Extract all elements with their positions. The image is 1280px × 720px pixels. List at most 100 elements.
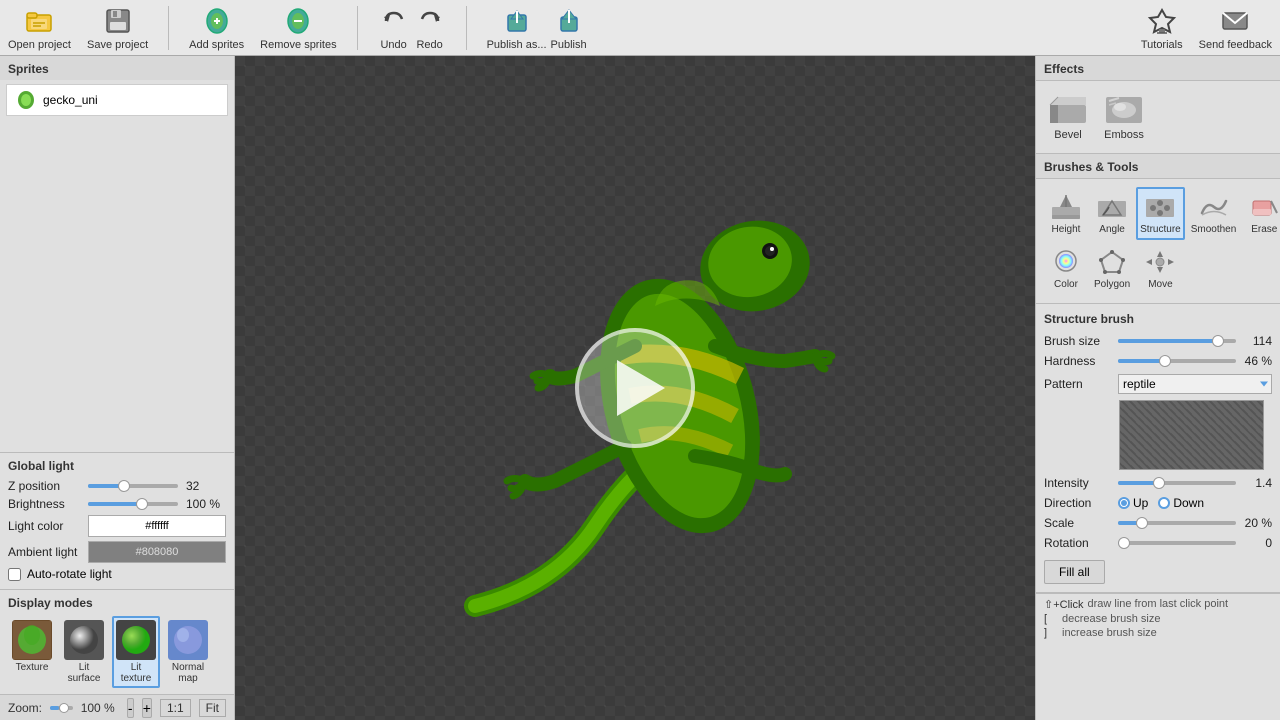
zoom-fit-button[interactable]: Fit xyxy=(199,699,226,717)
auto-rotate-checkbox[interactable] xyxy=(8,568,21,581)
z-position-thumb[interactable] xyxy=(118,480,130,492)
height-icon xyxy=(1048,192,1084,222)
publish-as-button[interactable]: Publish as... xyxy=(487,5,547,51)
auto-rotate-row: Auto-rotate light xyxy=(8,567,226,581)
hints-section: ⇧+Click draw line from last click point … xyxy=(1036,593,1280,645)
scale-thumb[interactable] xyxy=(1136,517,1148,529)
publish-icon xyxy=(553,5,585,37)
brightness-row: Brightness 100 % xyxy=(8,497,226,511)
brush-smoothen[interactable]: Smoothen xyxy=(1187,187,1241,240)
display-mode-lit-surface-label: Lit surface xyxy=(68,662,101,684)
display-mode-texture[interactable]: Texture xyxy=(8,616,56,688)
display-mode-lit-texture-label: Lit texture xyxy=(121,662,152,684)
pattern-select[interactable]: reptile xyxy=(1118,374,1272,394)
display-mode-lit-texture-icon xyxy=(116,620,156,660)
rotation-value: 0 xyxy=(1240,536,1272,550)
add-sprites-icon xyxy=(201,5,233,37)
zoom-ratio-button[interactable]: 1:1 xyxy=(160,699,191,717)
hint-key-1: [ xyxy=(1044,613,1058,625)
remove-sprites-button[interactable]: Remove sprites xyxy=(260,5,336,51)
brush-erase[interactable]: Erase xyxy=(1242,187,1280,240)
color-label: Color xyxy=(1054,279,1078,290)
save-project-button[interactable]: Save project xyxy=(87,5,148,51)
tutorials-icon xyxy=(1146,5,1178,37)
pattern-select-wrapper: reptile xyxy=(1118,374,1272,394)
display-mode-lit-surface[interactable]: Lit surface xyxy=(60,616,108,688)
pattern-label: Pattern xyxy=(1044,377,1114,391)
ambient-light-box[interactable]: #808080 xyxy=(88,541,226,563)
publish-label: Publish xyxy=(551,39,587,51)
rotation-label: Rotation xyxy=(1044,536,1114,550)
brush-move[interactable]: Move xyxy=(1136,242,1185,295)
direction-down-radio[interactable] xyxy=(1158,497,1170,509)
canvas-content[interactable] xyxy=(235,56,1035,720)
brush-size-label: Brush size xyxy=(1044,334,1114,348)
intensity-row: Intensity 1.4 xyxy=(1044,476,1272,490)
direction-down-label: Down xyxy=(1173,496,1204,510)
erase-icon xyxy=(1246,192,1280,222)
height-label: Height xyxy=(1052,224,1081,235)
bevel-label: Bevel xyxy=(1054,129,1082,141)
emboss-label: Emboss xyxy=(1104,129,1144,141)
hardness-thumb[interactable] xyxy=(1159,355,1171,367)
send-feedback-button[interactable]: Send feedback xyxy=(1199,5,1272,51)
brush-height[interactable]: Height xyxy=(1044,187,1088,240)
brightness-thumb[interactable] xyxy=(136,498,148,510)
brush-structure[interactable]: Structure xyxy=(1136,187,1185,240)
direction-down-option[interactable]: Down xyxy=(1158,496,1204,510)
remove-sprites-icon xyxy=(282,5,314,37)
tutorials-button[interactable]: Tutorials xyxy=(1141,5,1183,51)
display-mode-normal-map[interactable]: Normal map xyxy=(164,616,212,688)
display-mode-lit-texture[interactable]: Lit texture xyxy=(112,616,160,688)
direction-up-option[interactable]: Up xyxy=(1118,496,1148,510)
color-icon xyxy=(1048,247,1084,277)
z-position-slider-container xyxy=(88,480,178,492)
emboss-button[interactable]: Emboss xyxy=(1100,89,1148,145)
angle-icon xyxy=(1094,192,1130,222)
structure-brush-section: Structure brush Brush size 114 Hardness … xyxy=(1036,304,1280,593)
sprites-section: Sprites gecko_uni xyxy=(0,56,234,452)
zoom-minus-button[interactable]: - xyxy=(127,698,134,718)
zoom-bar: Zoom: 100 % - + 1:1 Fit xyxy=(0,694,234,720)
structure-brush-title: Structure brush xyxy=(1044,312,1272,326)
open-project-button[interactable]: Open project xyxy=(8,5,71,51)
effects-title: Effects xyxy=(1036,56,1280,81)
display-mode-lit-surface-icon xyxy=(64,620,104,660)
direction-label: Direction xyxy=(1044,496,1114,510)
open-project-icon xyxy=(23,5,55,37)
canvas-area xyxy=(235,56,1035,720)
add-sprites-button[interactable]: Add sprites xyxy=(189,5,244,51)
zoom-plus-button[interactable]: + xyxy=(142,698,152,718)
redo-label: Redo xyxy=(416,39,442,51)
structure-label: Structure xyxy=(1140,224,1181,235)
global-light-section: Global light Z position 32 Brightness 10… xyxy=(0,452,234,589)
zoom-percent: 100 % xyxy=(81,701,119,715)
zoom-slider-thumb[interactable] xyxy=(59,703,69,713)
hardness-fill xyxy=(1118,359,1165,363)
sprite-item[interactable]: gecko_uni xyxy=(6,84,228,116)
brush-color[interactable]: Color xyxy=(1044,242,1088,295)
fill-all-button[interactable]: Fill all xyxy=(1044,560,1105,584)
display-mode-normal-map-label: Normal map xyxy=(172,662,204,684)
intensity-thumb[interactable] xyxy=(1153,477,1165,489)
pattern-preview xyxy=(1119,400,1264,470)
brush-angle[interactable]: Angle xyxy=(1090,187,1134,240)
sprites-title: Sprites xyxy=(0,56,234,80)
zoom-slider-track xyxy=(50,706,73,710)
play-button[interactable] xyxy=(575,328,695,448)
undo-redo-group: Undo Redo xyxy=(378,5,446,51)
brush-polygon[interactable]: Polygon xyxy=(1090,242,1134,295)
brush-size-thumb[interactable] xyxy=(1212,335,1224,347)
undo-button[interactable]: Undo xyxy=(378,5,410,51)
bevel-button[interactable]: Bevel xyxy=(1044,89,1092,145)
rotation-thumb[interactable] xyxy=(1118,537,1130,549)
display-mode-texture-icon xyxy=(12,620,52,660)
light-color-box[interactable]: #ffffff xyxy=(88,515,226,537)
direction-up-radio[interactable] xyxy=(1118,497,1130,509)
zoom-slider-fill xyxy=(50,706,59,710)
erase-label: Erase xyxy=(1251,224,1277,235)
undo-icon xyxy=(378,5,410,37)
z-position-row: Z position 32 xyxy=(8,479,226,493)
publish-button[interactable]: Publish xyxy=(551,5,587,51)
redo-button[interactable]: Redo xyxy=(414,5,446,51)
